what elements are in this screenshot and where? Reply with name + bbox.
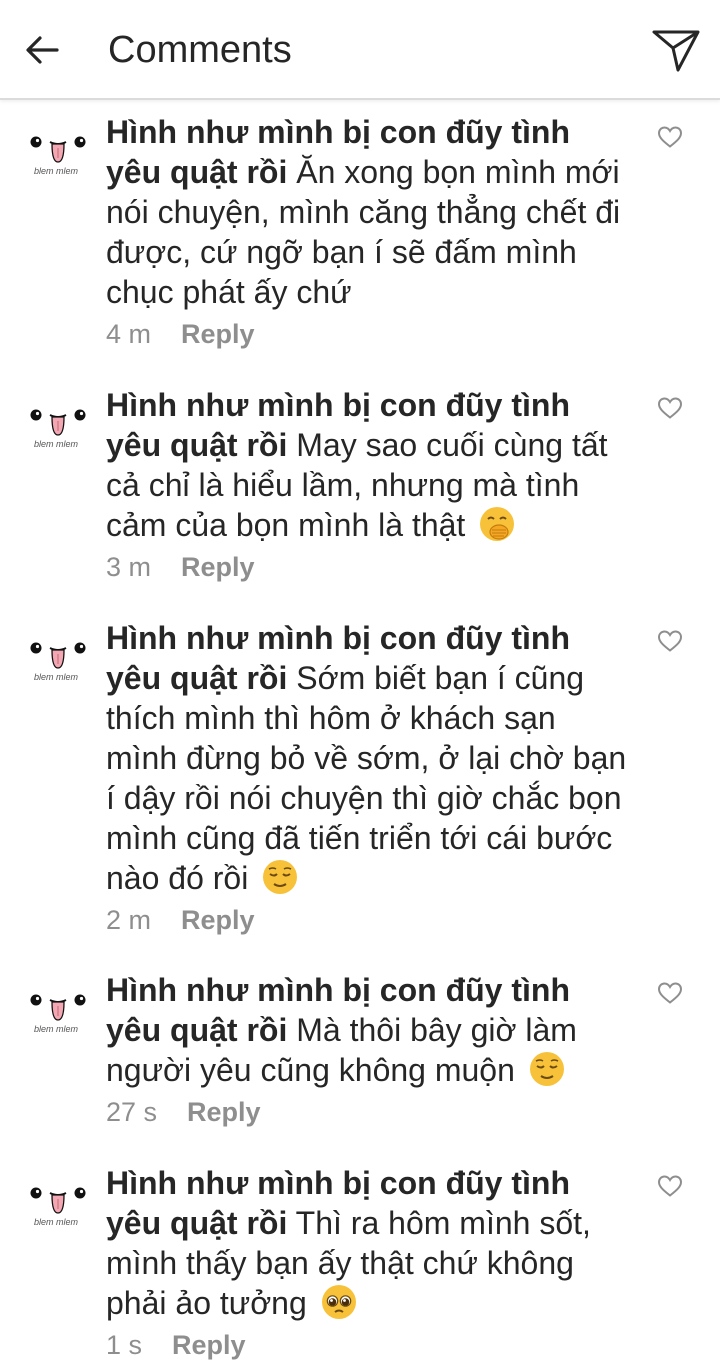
comment-item: blem mlem Hình như mình bị con đũy tình … [0,970,720,1130]
comment-body: Hình như mình bị con đũy tình yêu quật r… [106,618,631,938]
arrow-left-icon [26,36,59,64]
top-bar: Comments [0,0,720,100]
like-button[interactable] [656,628,684,654]
reply-button[interactable]: Reply [181,319,255,349]
relieved-face-emoji [263,860,298,894]
share-button[interactable] [648,24,704,76]
comment-time: 1 s [106,1330,143,1360]
comment-body: Hình như mình bị con đũy tình yêu quật r… [106,1163,631,1363]
back-button[interactable] [18,26,66,74]
reply-button[interactable]: Reply [181,905,255,935]
comment-text: Hình như mình bị con đũy tình yêu quật r… [106,970,631,1090]
comment-meta: 3 m Reply [106,549,631,585]
avatar[interactable]: blem mlem [20,385,90,455]
avatar[interactable]: blem mlem [20,112,90,182]
page-title: Comments [108,29,292,71]
comment-meta: 27 s Reply [106,1094,631,1130]
pleading-face-emoji [321,1285,356,1319]
comment-text: Hình như mình bị con đũy tình yêu quật r… [106,1163,631,1323]
comment-time: 2 m [106,905,152,935]
heart-icon [657,630,683,652]
heart-icon [657,982,683,1004]
svg-text:blem mlem: blem mlem [34,439,79,449]
avatar-image: blem mlem [20,618,90,688]
heart-icon [657,126,683,148]
paper-plane-icon [652,30,700,72]
comment-item: blem mlem Hình như mình bị con đũy tình … [0,385,720,585]
svg-text:blem mlem: blem mlem [34,1217,79,1227]
svg-text:blem mlem: blem mlem [34,166,79,176]
comment-meta: 1 s Reply [106,1327,631,1363]
comment-item: blem mlem Hình như mình bị con đũy tình … [0,618,720,938]
comment-body: Hình như mình bị con đũy tình yêu quật r… [106,112,631,352]
heart-icon [657,397,683,419]
like-button[interactable] [656,1173,684,1199]
avatar[interactable]: blem mlem [20,970,90,1040]
like-button[interactable] [656,124,684,150]
comment-meta: 4 m Reply [106,316,631,352]
comment-meta: 2 m Reply [106,902,631,938]
avatar-image: blem mlem [20,1163,90,1233]
hand-over-mouth-emoji [480,507,515,541]
comment-body: Hình như mình bị con đũy tình yêu quật r… [106,385,631,585]
reply-button[interactable]: Reply [181,552,255,582]
comment-text: Hình như mình bị con đũy tình yêu quật r… [106,385,631,545]
like-button[interactable] [656,395,684,421]
svg-text:blem mlem: blem mlem [34,1024,79,1034]
avatar[interactable]: blem mlem [20,1163,90,1233]
avatar-image: blem mlem [20,970,90,1040]
comment-text: Hình như mình bị con đũy tình yêu quật r… [106,112,631,312]
relieved-face-emoji [529,1052,564,1086]
comment-item: blem mlem Hình như mình bị con đũy tình … [0,112,720,362]
avatar-image: blem mlem [20,112,90,182]
avatar-image: blem mlem [20,385,90,455]
comment-text: Hình như mình bị con đũy tình yêu quật r… [106,618,631,898]
heart-icon [657,1175,683,1197]
comment-item: blem mlem Hình như mình bị con đũy tình … [0,1163,720,1368]
like-button[interactable] [656,980,684,1006]
reply-button[interactable]: Reply [187,1097,261,1127]
avatar[interactable]: blem mlem [20,618,90,688]
comment-time: 4 m [106,319,152,349]
comment-body: Hình như mình bị con đũy tình yêu quật r… [106,970,631,1130]
comments-screen: Comments blem mlem Hình như mình bị con … [0,0,720,1372]
comment-time: 3 m [106,552,152,582]
reply-button[interactable]: Reply [172,1330,246,1360]
comment-time: 27 s [106,1097,158,1127]
svg-text:blem mlem: blem mlem [34,672,79,682]
